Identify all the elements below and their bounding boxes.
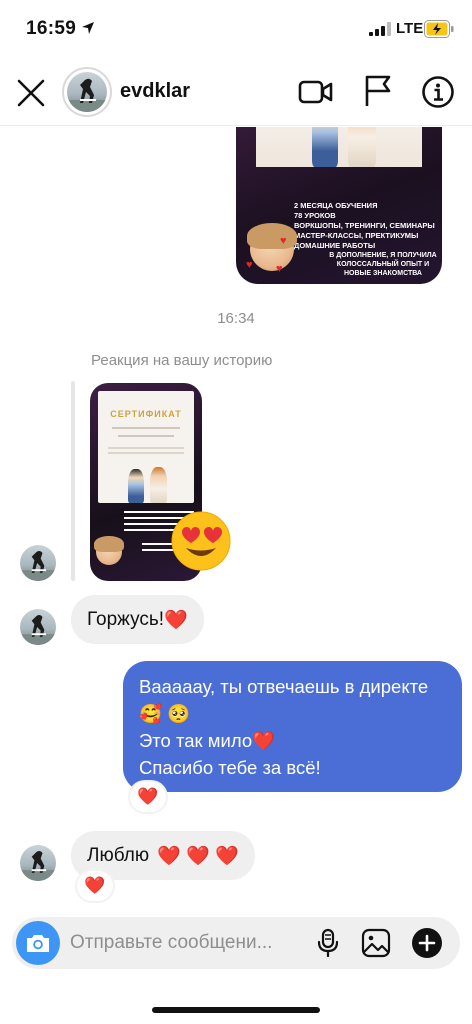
camera-button[interactable] [16,921,60,965]
message-line: Это так мило❤️ [139,730,276,751]
signal-icon [369,22,391,36]
memoji-sticker [247,222,297,271]
certificate-title: СЕРТИФИКАТ [110,409,182,419]
close-icon[interactable] [16,78,46,108]
flag-icon[interactable] [362,74,394,108]
battery-charging-icon [424,20,454,38]
status-time: 16:59 [26,18,77,39]
person-silhouette-icon [20,851,56,881]
header-avatar[interactable] [62,67,112,117]
info-icon[interactable] [421,75,455,109]
memoji-sticker [94,536,124,565]
person-silhouette-icon [20,615,56,645]
add-plus-icon[interactable] [411,927,443,959]
microphone-icon[interactable] [316,928,340,958]
chat-header: evdklar [0,58,472,126]
heart-icon: ♥ [280,235,287,247]
certificate-photo [256,127,422,167]
message-line: 🥰 🥺 [139,703,191,724]
sender-avatar[interactable] [20,609,56,645]
video-call-icon[interactable] [298,75,334,109]
story-line-3: ВОРКШОПЫ, ТРЕНИНГИ, СЕМИНАРЫ [294,221,435,230]
location-arrow-icon [82,22,94,34]
story-line-4: МАСТЕР-КЛАССЫ, ПРЕКТИКУМЫ [294,231,419,240]
message-reaction[interactable]: ❤️ [130,782,166,812]
story-extra-text: В ДОПОЛНЕНИЕ, Я ПОЛУЧИЛА КОЛОССАЛЬНЫЙ ОП… [329,252,437,277]
status-bar: 16:59 LTE [0,0,472,58]
sender-avatar[interactable] [20,845,56,881]
person-silhouette-icon [20,551,56,581]
message-line: Вааааау, ты отвечаешь в директе [139,676,429,697]
heart-icon: ♥ [246,259,253,271]
story-line-5: ДОМАШНИЕ РАБОТЫ [294,241,376,250]
camera-icon [27,935,49,952]
gallery-icon[interactable] [361,928,391,958]
message-text: Горжусь! [87,608,165,630]
home-indicator [152,1007,320,1013]
message-text: Люблю [87,844,150,866]
network-label: LTE [396,20,424,37]
story-line-2: 78 УРОКОВ [294,211,336,220]
story-line-1: 2 МЕСЯЦА ОБУЧЕНИЯ [294,201,378,210]
chat-username[interactable]: evdklar [120,80,190,103]
message-composer [12,917,460,969]
heart-reaction: ❤️ [84,876,106,895]
message-thread[interactable]: 2 МЕСЯЦА ОБУЧЕНИЯ 78 УРОКОВ ВОРКШОПЫ, ТР… [0,127,472,910]
outgoing-message-bubble[interactable]: Вааааау, ты отвечаешь в директе 🥰 🥺 Это … [123,661,462,792]
message-reaction[interactable]: ❤️ [77,871,113,901]
heart-emoji: ❤️ [164,609,188,631]
message-line: Спасибо тебе за всё! [139,757,321,778]
sender-avatar[interactable] [20,545,56,581]
certificate-card: СЕРТИФИКАТ [98,391,194,503]
heart-emoji: ❤️ ❤️ ❤️ [157,845,239,867]
message-timestamp: 16:34 [217,310,255,327]
story-reaction-label: Реакция на вашу историю [91,352,273,369]
shared-story-image[interactable]: 2 МЕСЯЦА ОБУЧЕНИЯ 78 УРОКОВ ВОРКШОПЫ, ТР… [236,127,442,284]
reply-quote-bar [71,381,75,581]
heart-eyes-emoji-icon [171,511,231,571]
message-input[interactable] [70,929,302,957]
heart-reaction: ❤️ [137,787,159,806]
person-silhouette-icon [67,78,107,112]
heart-icon: ♥ [276,263,283,275]
incoming-message-bubble[interactable]: Горжусь! ❤️ [71,595,204,644]
